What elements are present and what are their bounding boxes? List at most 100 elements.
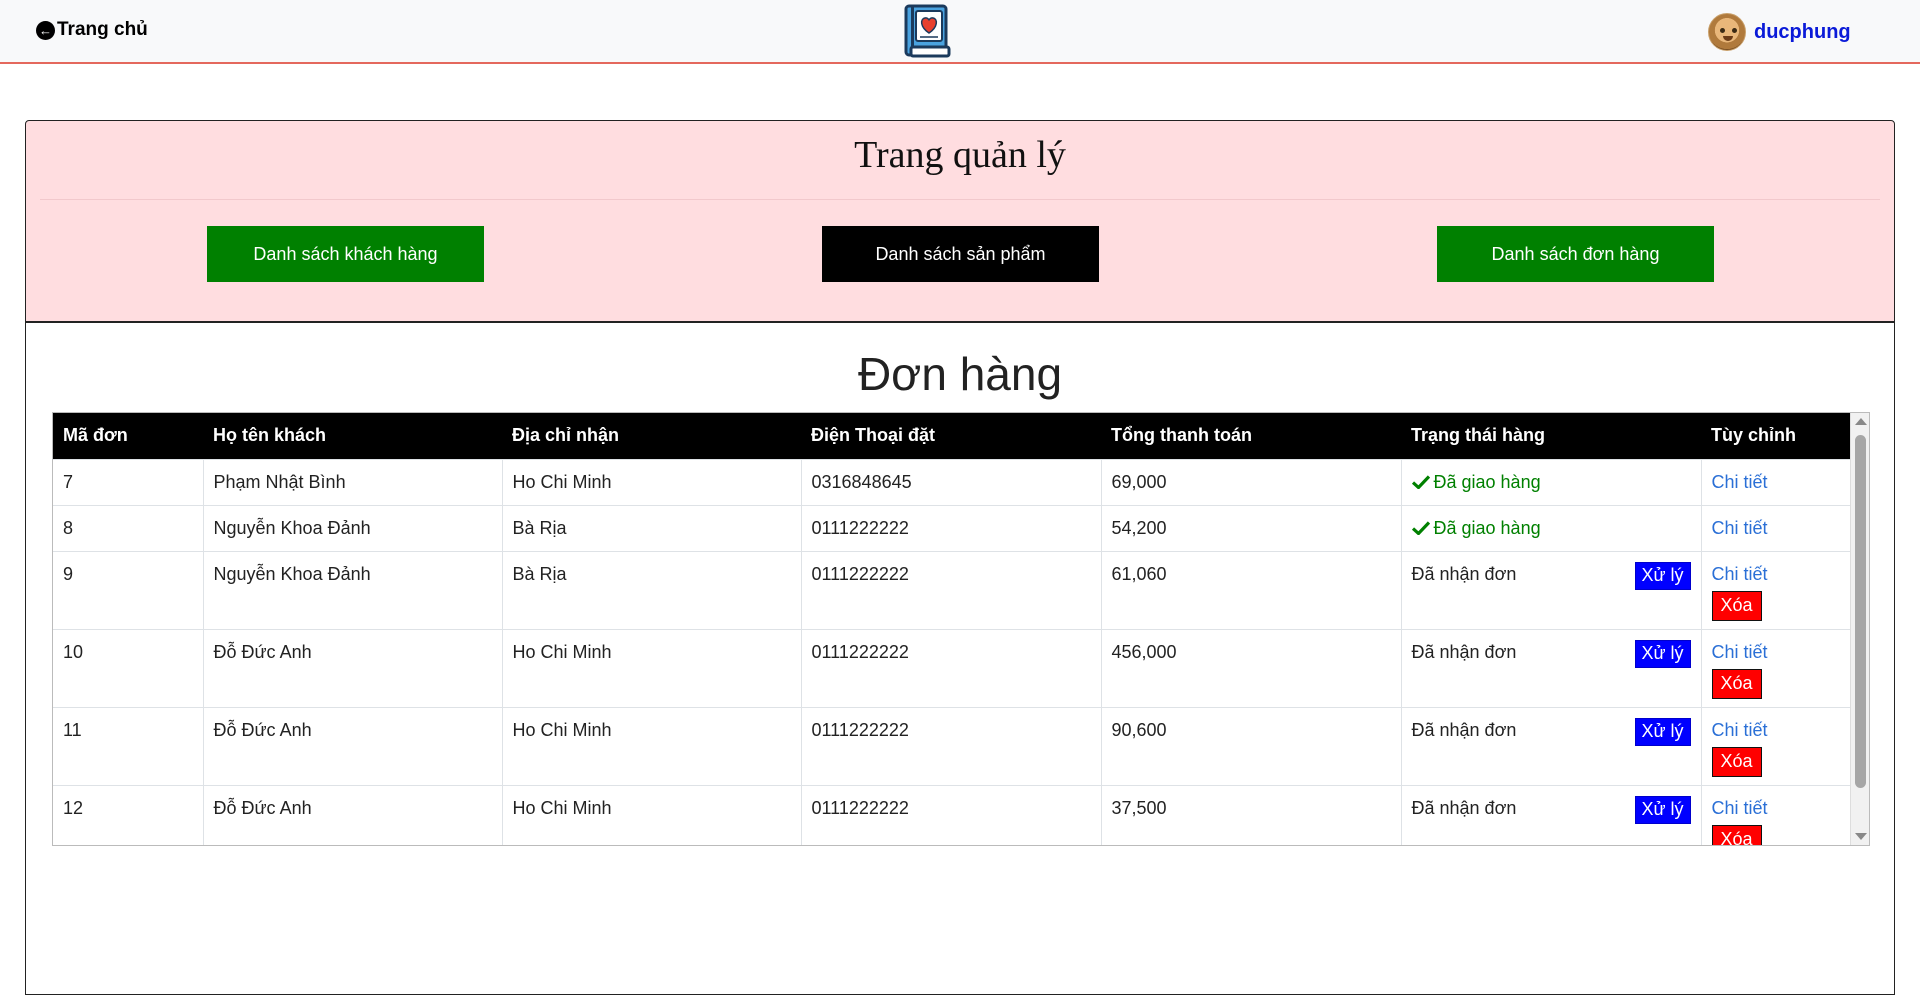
customer-name: Phạm Nhật Bình [203,458,503,505]
order-total: 61,060 [1101,550,1402,629]
delete-button[interactable]: Xóa [1711,668,1762,699]
order-phone: 0111222222 [801,784,1102,845]
table-row: 9 Nguyễn Khoa Đảnh Bà Rịa 0111222222 61,… [53,550,1851,629]
col-header-status: Trạng thái hàng [1411,425,1546,446]
col-header-phone: Điện Thoại đặt [811,425,936,446]
process-button[interactable]: Xử lý [1634,795,1691,824]
admin-panel: Trang quản lý Danh sách khách hàng Danh … [25,120,1895,322]
table-row: 11 Đỗ Đức Anh Ho Chi Minh 0111222222 90,… [53,706,1851,785]
col-header-id: Mã đơn [63,425,128,446]
home-link[interactable]: ← Trang chủ [36,17,148,43]
order-id: 7 [53,458,204,505]
order-id: 10 [53,628,204,707]
delivery-address: Ho Chi Minh [502,784,802,845]
order-status: Đã giao hàng [1401,504,1702,551]
detail-link[interactable]: Chi tiết [1712,518,1842,539]
order-total: 37,500 [1101,784,1402,845]
table-header-row: Mã đơn Họ tên khách Địa chỉ nhận Điện Th… [53,413,1851,459]
detail-link[interactable]: Chi tiết [1712,472,1842,493]
customer-name: Đỗ Đức Anh [203,628,503,707]
order-id: 12 [53,784,204,845]
order-status: Đã nhận đơn Xử lý [1401,550,1702,629]
scroll-down-icon[interactable] [1855,833,1867,840]
detail-link[interactable]: Chi tiết [1712,798,1842,819]
user-menu[interactable]: ducphung [1708,13,1851,51]
order-id: 8 [53,504,204,551]
customer-name: Nguyễn Khoa Đảnh [203,504,503,551]
status-text: Đã nhận đơn [1411,641,1517,662]
admin-title: Trang quản lý [854,134,1066,176]
orders-title: Đơn hàng [857,348,1063,400]
detail-link[interactable]: Chi tiết [1712,642,1842,663]
col-header-address: Địa chỉ nhận [512,425,620,446]
process-button[interactable]: Xử lý [1634,717,1691,746]
order-id: 11 [53,706,204,785]
username-link[interactable]: ducphung [1754,21,1851,44]
order-actions: Chi tiết Xóa [1701,706,1851,785]
col-header-total: Tổng thanh toán [1111,425,1252,446]
status-text: Đã nhận đơn [1411,797,1517,818]
order-total: 69,000 [1101,458,1402,505]
order-actions: Chi tiết Xóa [1701,628,1851,707]
table-row: 10 Đỗ Đức Anh Ho Chi Minh 0111222222 456… [53,628,1851,707]
delivery-address: Ho Chi Minh [502,458,802,505]
status-text: Đã nhận đơn [1411,719,1517,740]
admin-divider [40,199,1880,200]
customer-name: Nguyễn Khoa Đảnh [203,550,503,629]
orders-panel: Đơn hàng Mã đơn Họ tên khách Địa chỉ nhậ… [25,322,1895,995]
order-status: Đã giao hàng [1401,458,1702,505]
check-icon [1411,521,1430,535]
order-total: 456,000 [1101,628,1402,707]
order-phone: 0111222222 [801,504,1102,551]
order-phone: 0111222222 [801,706,1102,785]
delete-button[interactable]: Xóa [1711,824,1762,845]
order-actions: Chi tiết Xóa [1701,550,1851,629]
scrollbar-thumb[interactable] [1855,435,1866,788]
order-phone: 0111222222 [801,628,1102,707]
delete-button[interactable]: Xóa [1711,590,1762,621]
customers-list-button[interactable]: Danh sách khách hàng [207,226,484,282]
delivery-address: Bà Rịa [502,504,802,551]
process-button[interactable]: Xử lý [1634,561,1691,590]
order-total: 54,200 [1101,504,1402,551]
check-icon [1411,475,1430,489]
order-status: Đã nhận đơn Xử lý [1401,706,1702,785]
orders-list-button[interactable]: Danh sách đơn hàng [1437,226,1714,282]
order-actions: Chi tiết Xóa [1701,784,1851,845]
process-button[interactable]: Xử lý [1634,639,1691,668]
order-phone: 0111222222 [801,550,1102,629]
orders-table-container[interactable]: Mã đơn Họ tên khách Địa chỉ nhận Điện Th… [52,412,1870,846]
delivery-address: Ho Chi Minh [502,706,802,785]
order-status: Đã nhận đơn Xử lý [1401,784,1702,845]
orders-table: Mã đơn Họ tên khách Địa chỉ nhận Điện Th… [53,413,1851,845]
table-scrollbar[interactable] [1850,413,1869,845]
order-id: 9 [53,550,204,629]
col-header-actions: Tùy chỉnh [1711,425,1796,446]
table-row: 12 Đỗ Đức Anh Ho Chi Minh 0111222222 37,… [53,784,1851,845]
order-status: Đã nhận đơn Xử lý [1401,628,1702,707]
order-total: 90,600 [1101,706,1402,785]
delete-button[interactable]: Xóa [1711,746,1762,777]
customer-name: Đỗ Đức Anh [203,784,503,845]
products-list-button[interactable]: Danh sách sản phẩm [822,226,1099,282]
col-header-name: Họ tên khách [213,425,327,446]
status-text: Đã giao hàng [1433,517,1541,538]
status-text: Đã giao hàng [1433,471,1541,492]
detail-link[interactable]: Chi tiết [1712,720,1842,741]
scroll-up-icon[interactable] [1855,418,1867,425]
customer-name: Đỗ Đức Anh [203,706,503,785]
arrow-circle-left-icon: ← [36,20,55,40]
delivery-address: Ho Chi Minh [502,628,802,707]
order-phone: 0316848645 [801,458,1102,505]
detail-link[interactable]: Chi tiết [1712,564,1842,585]
top-navbar: ← Trang chủ ducphung [0,0,1920,64]
order-actions: Chi tiết [1701,504,1851,551]
home-link-label: Trang chủ [57,19,148,40]
delivery-address: Bà Rịa [502,550,802,629]
status-text: Đã nhận đơn [1411,563,1517,584]
order-actions: Chi tiết [1701,458,1851,505]
book-heart-icon[interactable] [903,3,951,60]
avatar [1708,13,1746,51]
table-row: 8 Nguyễn Khoa Đảnh Bà Rịa 0111222222 54,… [53,504,1851,551]
table-row: 7 Phạm Nhật Bình Ho Chi Minh 0316848645 … [53,458,1851,505]
